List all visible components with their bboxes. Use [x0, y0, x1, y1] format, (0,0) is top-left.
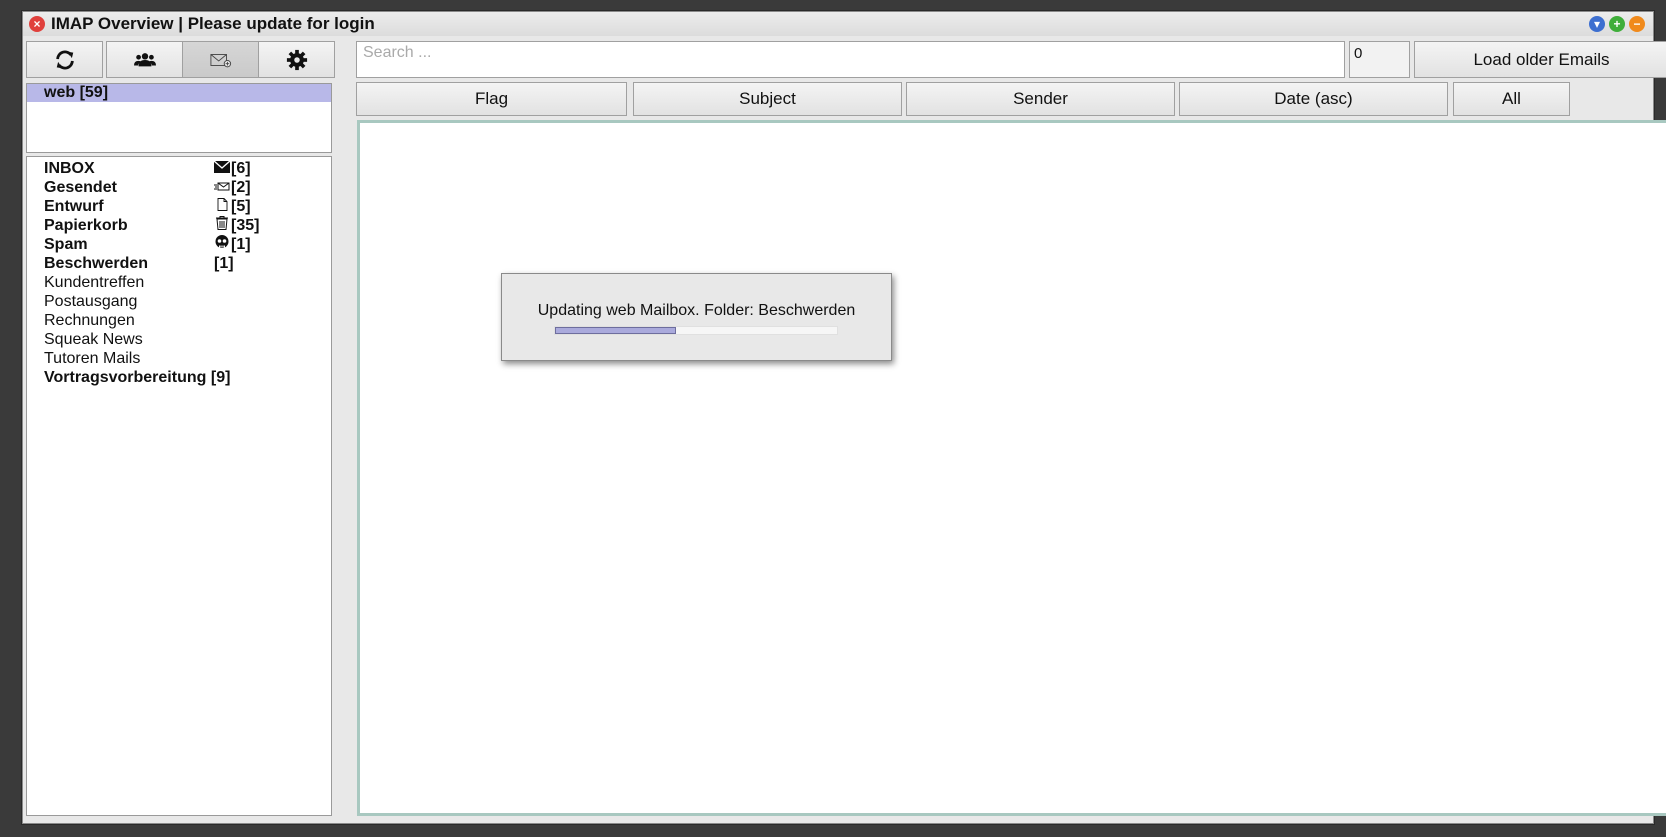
folder-item-tutoren-mails[interactable]: Tutoren Mails — [27, 349, 331, 368]
close-button[interactable]: × — [29, 16, 45, 32]
folder-name: Kundentreffen — [44, 274, 145, 291]
gear-icon — [286, 49, 307, 70]
folder-item-rechnungen[interactable]: Rechnungen — [27, 311, 331, 330]
folder-item-gesendet[interactable]: Gesendet [2] — [27, 178, 331, 197]
folder-item-squeak-news[interactable]: Squeak News — [27, 330, 331, 349]
folder-item-entwurf[interactable]: Entwurf [5] — [27, 197, 331, 216]
folder-item-vortragsvorbereitung[interactable]: Vortragsvorbereitung [9] — [27, 368, 331, 387]
refresh-icon — [55, 50, 74, 69]
folder-count: [1] — [214, 255, 234, 272]
search-field[interactable] — [356, 41, 1345, 78]
column-date[interactable]: Date (asc) — [1179, 82, 1448, 116]
folder-name: INBOX — [44, 160, 95, 177]
progress-dialog: Updating web Mailbox. Folder: Beschwerde… — [501, 273, 892, 361]
email-count-field[interactable]: 0 — [1349, 41, 1410, 78]
folder-count: [1] — [231, 236, 251, 253]
trash-icon — [214, 216, 230, 235]
collapse-button[interactable]: − — [1629, 16, 1645, 32]
folder-item-kundentreffen[interactable]: Kundentreffen — [27, 273, 331, 292]
expand-button[interactable]: + — [1609, 16, 1625, 32]
filter-all-button[interactable]: All — [1453, 82, 1570, 116]
folder-name: Spam — [44, 236, 88, 253]
folder-name: Tutoren Mails — [44, 350, 141, 367]
folder-meta: [2] — [214, 178, 251, 197]
folder-name: Papierkorb — [44, 217, 128, 234]
account-list: web [59] — [26, 83, 332, 153]
folder-name: Postausgang — [44, 293, 138, 310]
folder-name: Squeak News — [44, 331, 143, 348]
folder-item-postausgang[interactable]: Postausgang — [27, 292, 331, 311]
progress-bar-fill — [555, 327, 677, 334]
imap-window: × IMAP Overview | Please update for logi… — [22, 11, 1666, 824]
progress-message: Updating web Mailbox. Folder: Beschwerde… — [537, 302, 856, 319]
window-menu-button[interactable]: ▾ — [1589, 16, 1605, 32]
folder-meta: [6] — [213, 159, 251, 178]
account-item-web[interactable]: web [59] — [27, 84, 331, 102]
folder-name: Beschwerden — [44, 255, 149, 272]
folder-count: [2] — [231, 179, 251, 196]
folder-count: [9] — [210, 369, 231, 386]
users-icon — [133, 52, 156, 66]
title-bar[interactable]: × IMAP Overview | Please update for logi… — [23, 12, 1653, 36]
skull-icon — [214, 235, 230, 254]
settings-button[interactable] — [258, 41, 335, 78]
new-mail-icon — [209, 53, 231, 67]
folder-count: [5] — [231, 198, 251, 215]
refresh-button[interactable] — [26, 41, 103, 78]
folder-item-beschwerden[interactable]: Beschwerden [1] — [27, 254, 331, 273]
load-older-emails-button[interactable]: Load older Emails — [1414, 41, 1666, 78]
folder-name: Rechnungen — [44, 312, 135, 329]
envelope-icon — [213, 159, 231, 178]
folder-count: [6] — [231, 160, 251, 177]
column-flag[interactable]: Flag — [356, 82, 627, 116]
folder-name: Vortragsvorbereitung — [44, 369, 207, 386]
window-title: IMAP Overview | Please update for login — [51, 14, 375, 33]
folder-meta: [1] — [214, 235, 251, 254]
folder-name: Gesendet — [44, 179, 117, 196]
mail-list[interactable] — [357, 120, 1666, 816]
contacts-button[interactable] — [106, 41, 183, 78]
search-input[interactable] — [357, 42, 1344, 77]
folder-item-papierkorb[interactable]: Papierkorb [35] — [27, 216, 331, 235]
folder-meta: [35] — [214, 216, 259, 235]
folder-meta: [5] — [214, 197, 251, 216]
column-subject[interactable]: Subject — [633, 82, 902, 116]
column-sender[interactable]: Sender — [906, 82, 1175, 116]
folder-meta: [1] — [214, 254, 234, 273]
sent-icon — [214, 178, 230, 197]
compose-button[interactable] — [182, 41, 259, 78]
folder-list: INBOX [6] Gesendet [2] Entwurf [5] Papie… — [26, 156, 332, 816]
draft-icon — [214, 197, 230, 216]
folder-name: Entwurf — [44, 198, 104, 215]
folder-item-inbox[interactable]: INBOX [6] — [27, 159, 331, 178]
folder-item-spam[interactable]: Spam [1] — [27, 235, 331, 254]
folder-count: [35] — [231, 217, 260, 234]
progress-bar — [554, 326, 838, 335]
